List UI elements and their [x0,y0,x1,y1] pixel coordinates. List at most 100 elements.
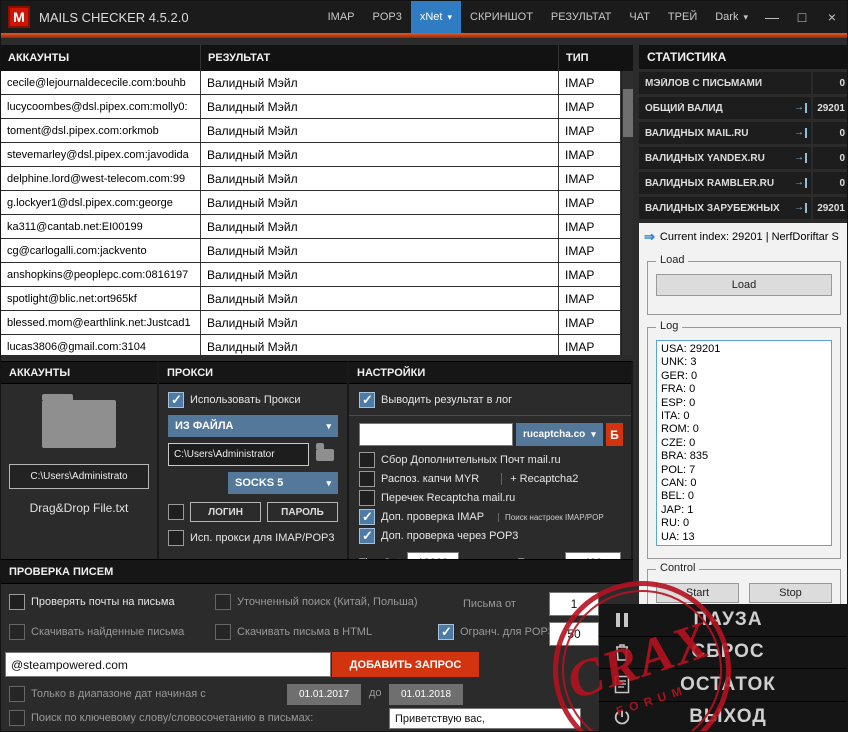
table-row[interactable]: blessed.mom@earthlink.net:Justcad1Валидн… [1,311,633,335]
captcha-service-dropdown[interactable]: rucaptcha.co [516,423,603,446]
export-arrow-icon[interactable] [794,153,807,163]
table-row[interactable]: stevemarley@dsl.pipex.com:javodidaВалидн… [1,143,633,167]
column-header-result[interactable]: РЕЗУЛЬТАТ [201,45,559,71]
table-row[interactable]: ka311@cantab.net:EI00199Валидный МэйлIMA… [1,215,633,239]
use-proxy-label: Использовать Прокси [190,394,301,406]
export-arrow-icon[interactable] [794,128,807,138]
captcha-myr-checkbox[interactable] [359,471,375,487]
download-found-row: Скачивать найденные письма [9,624,184,640]
download-html-checkbox[interactable] [215,624,231,640]
recheck-recaptcha-checkbox[interactable] [359,490,375,506]
use-proxy-checkbox[interactable] [168,392,184,408]
table-row[interactable]: toment@dsl.pipex.com:orkmobВалидный Мэйл… [1,119,633,143]
menu-item-pop3[interactable]: POP3 [364,1,411,33]
proxy-panel-header: ПРОКСИ [159,362,347,384]
captcha-key-input[interactable] [359,423,513,446]
check-letters-checkbox[interactable] [9,594,25,610]
result-cell: Валидный Мэйл [201,239,559,262]
pop3-limit-input[interactable] [549,622,599,646]
extra-pop3-checkbox[interactable] [359,528,375,544]
proxy-type-dropdown[interactable]: SOCKS 5 [228,472,338,494]
log-line: BEL: 0 [661,490,827,503]
log-listbox[interactable]: USA: 29201 UNK: 3 GER: 0 FRA: 0 ESP: 0 I… [656,340,832,546]
menu-item-imap[interactable]: IMAP [319,1,364,33]
exit-label: ВЫХОД [633,706,848,728]
export-arrow-icon[interactable] [794,178,807,188]
table-scrollbar[interactable] [621,71,633,355]
letters-from-input[interactable] [549,592,599,616]
table-row[interactable]: lucas3806@gmail.com:3104Валидный МэйлIMA… [1,335,633,355]
balance-button[interactable]: Б [606,423,623,446]
table-row[interactable]: lucycoombes@dsl.pipex.com:molly0:Валидны… [1,95,633,119]
dragdrop-hint[interactable]: Drag&Drop File.txt [1,501,157,515]
menu-item-result[interactable]: РЕЗУЛЬТАТ [542,1,620,33]
proxy-for-imap-checkbox[interactable] [168,530,184,546]
chevron-down-icon [447,11,452,23]
accounts-path-button[interactable]: C:\Users\Administrato [9,464,149,489]
maximize-button[interactable]: □ [787,1,817,33]
table-row[interactable]: cecile@lejournaldececile.com:bouhbВалидн… [1,71,633,95]
pop3-limit-checkbox[interactable] [438,624,454,640]
proxy-login-button[interactable]: ЛОГИН [190,502,261,522]
proxy-source-dropdown[interactable]: ИЗ ФАЙЛА [168,415,338,437]
accent-divider [1,33,847,38]
table-row[interactable]: spotlight@blic.net:ort965kfВалидный Мэйл… [1,287,633,311]
menu-item-xnet[interactable]: xNet [411,1,461,33]
extra-imap-checkbox[interactable] [359,509,375,525]
log-line: CAN: 0 [661,477,827,490]
download-found-checkbox[interactable] [9,624,25,640]
checker-panel: Current index: 29201 | NerfDoriftar S Lo… [639,223,848,615]
proxy-path-input[interactable]: C:\Users\Administrator [168,443,309,466]
load-button[interactable]: Load [656,274,832,296]
date-range-checkbox[interactable] [9,686,25,702]
export-arrow-icon[interactable] [794,103,807,113]
log-output-checkbox[interactable] [359,392,375,408]
proxy-browse-button[interactable] [312,443,338,466]
pause-menu-item[interactable]: ПАУЗА [599,604,848,636]
menu-item-chat[interactable]: ЧАТ [620,1,659,33]
folder-icon[interactable] [42,400,116,448]
settings-panel-header: НАСТРОЙКИ [349,362,631,384]
app-logo-icon: M [8,6,30,28]
table-row[interactable]: cg@carlogalli.com:jackventoВалидный Мэйл… [1,239,633,263]
keyword-input[interactable] [389,708,581,729]
table-row[interactable]: delphine.lord@west-telecom.com:99Валидны… [1,167,633,191]
theme-selector[interactable]: Dark [706,1,757,33]
start-button[interactable]: Start [656,583,739,603]
stop-button[interactable]: Stop [749,583,832,603]
exit-menu-item[interactable]: ВЫХОД [599,701,848,732]
remainder-label: ОСТАТОК [633,674,848,696]
stat-label: ВАЛИДНЫХ ЗАРУБЕЖНЫХ [645,203,780,214]
table-row[interactable]: anshopkins@peoplepc.com:0816197Валидный … [1,263,633,287]
type-cell: IMAP [559,119,621,142]
reset-menu-item[interactable]: СБРОС [599,636,848,669]
result-cell: Валидный Мэйл [201,143,559,166]
collect-mail-checkbox[interactable] [359,452,375,468]
collect-mail-label: Сбор Дополнительных Почт mail.ru [381,454,561,466]
date-from-button[interactable]: 01.01.2017 [287,684,361,705]
pop3-limit-row: Огранч. для POP3 [438,624,554,640]
export-arrow-icon[interactable] [794,203,807,213]
query-input[interactable] [5,652,331,677]
check-letters-row: Проверять почты на письма [9,594,175,610]
add-query-button[interactable]: ДОБАВИТЬ ЗАПРОС [332,652,479,677]
date-to-button[interactable]: 01.01.2018 [389,684,463,705]
table-row[interactable]: g.lockyer1@dsl.pipex.com:georgeВалидный … [1,191,633,215]
result-cell: Валидный Мэйл [201,215,559,238]
log-group-label: Log [656,320,682,332]
proxy-auth-checkbox[interactable] [168,504,184,520]
scrollbar-thumb[interactable] [623,89,633,137]
close-button[interactable]: × [817,1,847,33]
minimize-button[interactable]: — [757,1,787,33]
titlebar-menu: IMAP POP3 xNet СКРИНШОТ РЕЗУЛЬТАТ ЧАТ ТР… [319,1,847,33]
refined-search-checkbox[interactable] [215,594,231,610]
remainder-menu-item[interactable]: ОСТАТОК [599,668,848,701]
log-line: JAP: 1 [661,504,827,517]
arrow-right-icon [644,229,655,245]
menu-item-tray[interactable]: ТРЕЙ [659,1,706,33]
proxy-password-button[interactable]: ПАРОЛЬ [267,502,338,522]
column-header-accounts[interactable]: АККАУНТЫ [1,45,201,71]
column-header-type[interactable]: ТИП [559,45,633,71]
menu-item-screenshot[interactable]: СКРИНШОТ [461,1,542,33]
keyword-search-checkbox[interactable] [9,710,25,726]
